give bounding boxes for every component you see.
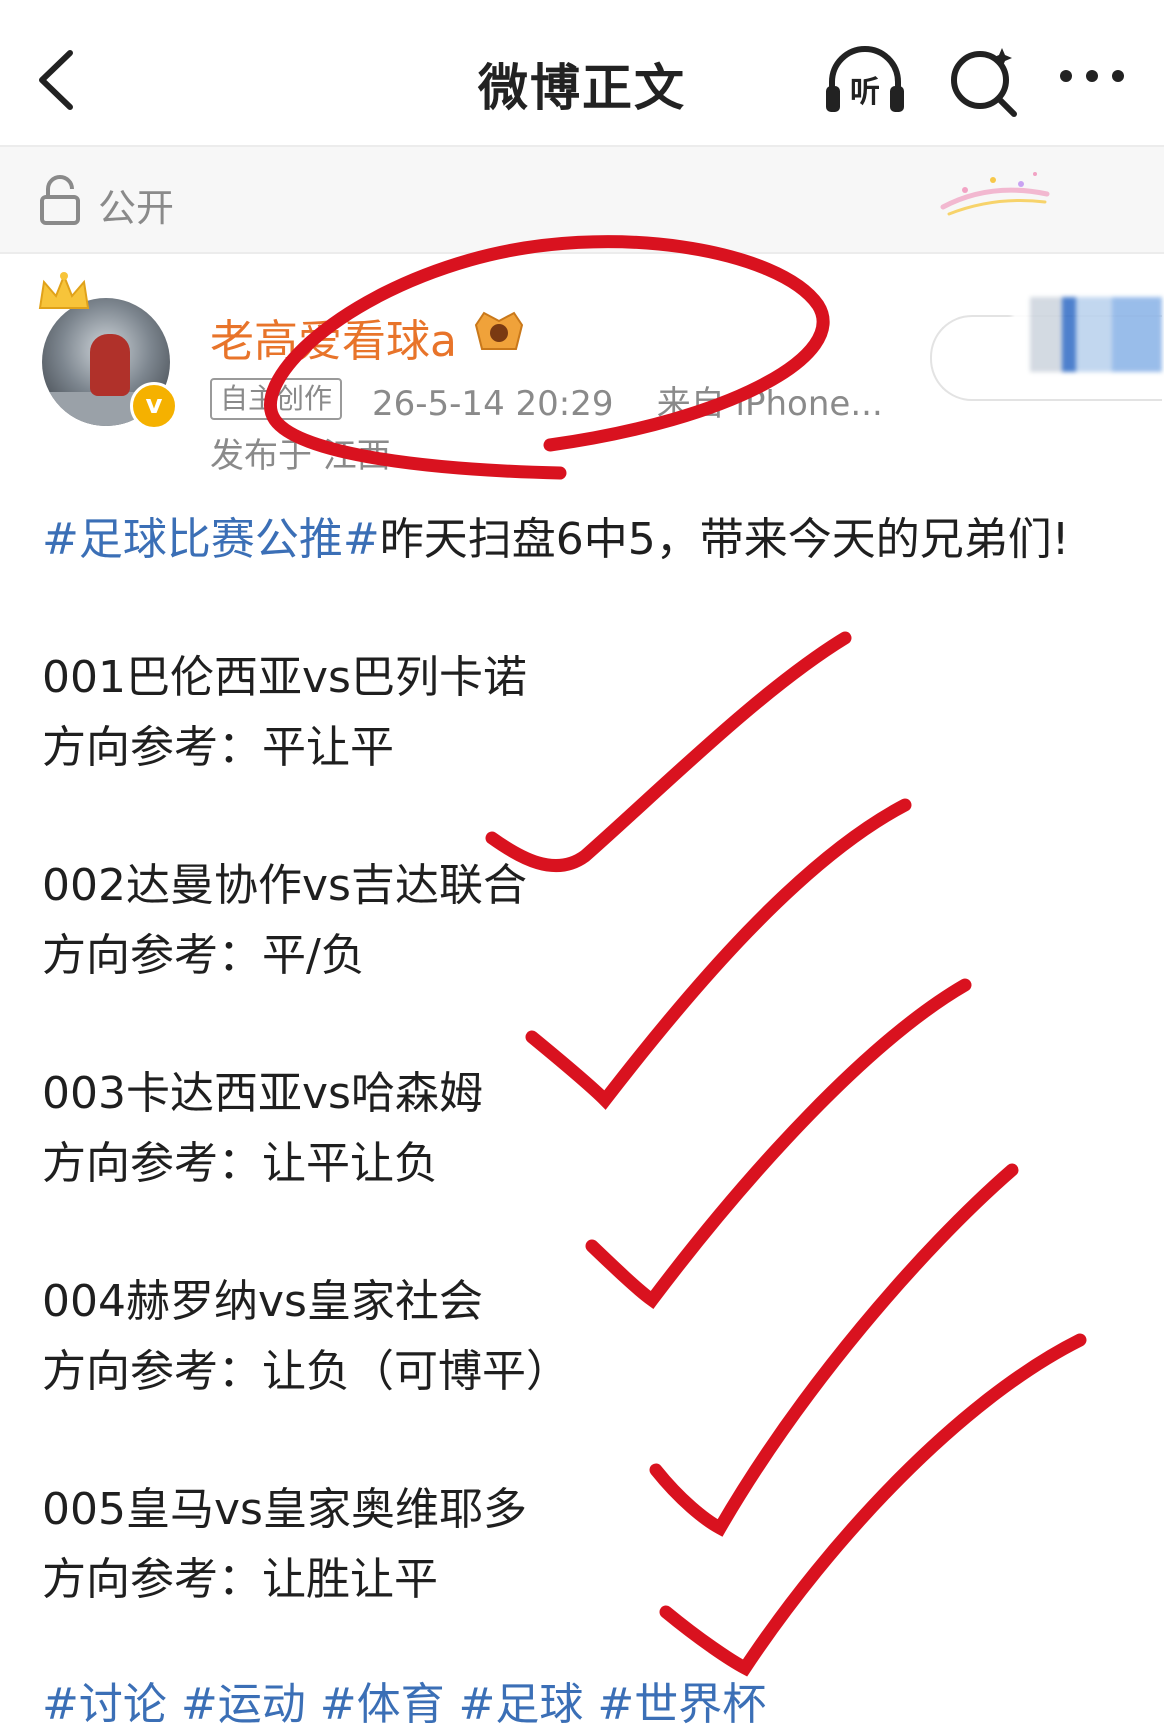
post-content: #足球比赛公推#昨天扫盘6中5，带来今天的兄弟们! 001巴伦西亚vs巴列卡诺 …: [42, 505, 1132, 1615]
original-tag: 自主创作: [210, 378, 343, 420]
more-icon[interactable]: [1050, 42, 1140, 122]
intro-text: 昨天扫盘6中5，带来今天的兄弟们!: [379, 514, 1070, 565]
match-advice: 方向参考：平/负: [42, 930, 365, 981]
match-title: 003卡达西亚vs哈森姆: [42, 1068, 483, 1119]
match-advice: 方向参考：让平让负: [42, 1138, 438, 1189]
post-meta: 26-5-14 20:29 来自 iPhone...: [372, 376, 883, 425]
match-advice: 方向参考：让胜让平: [42, 1554, 438, 1605]
match-title: 004赫罗纳vs皇家社会: [42, 1276, 483, 1327]
search-icon[interactable]: [940, 42, 1030, 122]
crown-icon: [38, 272, 90, 309]
post-source: 来自 iPhone...: [656, 384, 883, 424]
match-title: 005皇马vs皇家奥维耶多: [42, 1484, 527, 1535]
match-item: 004赫罗纳vs皇家社会 方向参考：让负（可博平）: [42, 1267, 1132, 1407]
post-timestamp: 26-5-14 20:29: [372, 384, 614, 424]
hashtag-link[interactable]: #足球比赛公推#: [42, 514, 380, 565]
match-item: 003卡达西亚vs哈森姆 方向参考：让平让负: [42, 1059, 1132, 1199]
verified-badge: v: [130, 382, 178, 430]
match-advice: 方向参考：平让平: [42, 722, 394, 773]
sparkle-decoration-icon: [940, 172, 1050, 216]
match-title: 001巴伦西亚vs巴列卡诺: [42, 652, 527, 703]
match-item: 001巴伦西亚vs巴列卡诺 方向参考：平让平: [42, 643, 1132, 783]
post-intro: #足球比赛公推#昨天扫盘6中5，带来今天的兄弟们!: [42, 505, 1132, 575]
match-item: 005皇马vs皇家奥维耶多 方向参考：让胜让平: [42, 1475, 1132, 1615]
post-location: 发布于 江西: [210, 436, 391, 476]
vip-icon: [474, 311, 524, 350]
listen-icon[interactable]: 听: [820, 42, 910, 122]
follow-button[interactable]: [930, 297, 1162, 401]
match-title: 002达曼协作vs吉达联合: [42, 860, 527, 911]
visibility-label: 公开: [98, 186, 175, 230]
author-name[interactable]: 老高爱看球a: [210, 305, 457, 369]
bottom-hashtags[interactable]: #讨论 #运动 #体育 #足球 #世界杯: [42, 1668, 766, 1732]
match-advice: 方向参考：让负（可博平）: [42, 1346, 570, 1397]
avatar[interactable]: v: [30, 270, 180, 430]
listen-label: 听: [850, 75, 880, 110]
match-item: 002达曼协作vs吉达联合 方向参考：平/负: [42, 851, 1132, 991]
top-nav-bar: 微博正文 听: [0, 0, 1164, 147]
blurred-follow-content: [1012, 297, 1162, 372]
lock-icon: [40, 175, 80, 225]
visibility-bar: 公开: [0, 147, 1164, 254]
